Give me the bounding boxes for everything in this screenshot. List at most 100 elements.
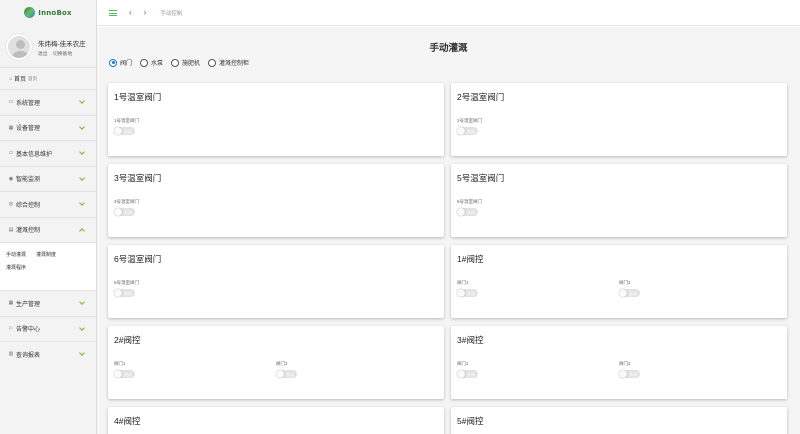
- menu-toggle-icon[interactable]: [109, 9, 117, 16]
- breadcrumb[interactable]: 手动控制: [160, 9, 182, 17]
- irrigation-icon: ▤: [8, 226, 14, 233]
- irrigation-submenu: 手动灌溉 灌溉制度 灌溉程序: [0, 242, 96, 290]
- switch-toggle[interactable]: 关闭: [457, 370, 478, 378]
- desktop-icon: ▭: [8, 99, 14, 106]
- sidebar-item-label: 基本信息维护: [16, 151, 53, 158]
- sidebar-item-label: 综合控制: [16, 202, 41, 209]
- sidebar-item-label: 智能监测: [16, 177, 41, 184]
- sidebar-item-sublabel: 首页: [28, 75, 38, 81]
- valve-controller-card: 1#阀控 阀门1 关闭 阀门2 关闭: [451, 245, 787, 318]
- valve-control: 阀门2 关闭: [276, 361, 297, 378]
- switch-toggle[interactable]: 关闭: [114, 127, 135, 135]
- submenu-item-manual[interactable]: 手动灌溉: [6, 251, 26, 258]
- chevron-down-icon: [79, 324, 85, 331]
- radio-valve[interactable]: 阀门: [109, 58, 132, 67]
- control-label: 阀门2: [619, 361, 631, 366]
- valve-card: 5号温室阀门 5号温室阀门 关闭: [451, 164, 787, 237]
- valve-control: 5号温室阀门 关闭: [457, 199, 482, 216]
- main-content: 手动灌溉 阀门 水泵 施肥机 灌溉控制柜 1号温室阀门 1号温室阀门 关闭 2号…: [97, 27, 800, 434]
- sidebar-item-irrigation[interactable]: ▤ 灌溉控制: [0, 216, 96, 242]
- card-title: 1#阀控: [457, 254, 484, 264]
- switch-toggle[interactable]: 关闭: [619, 289, 640, 297]
- sidebar-item-system[interactable]: ▭ 系统管理: [0, 89, 96, 115]
- switch-toggle[interactable]: 关闭: [619, 370, 640, 378]
- chevron-down-icon: [79, 174, 85, 181]
- control-label: 阀门2: [619, 280, 631, 285]
- sidebar-item-label: 告警中心: [16, 327, 41, 334]
- chevron-down-icon: [79, 149, 85, 156]
- chevron-up-icon: [79, 227, 85, 234]
- switch-toggle[interactable]: 关闭: [276, 370, 297, 378]
- sidebar-item-production[interactable]: ▦ 生产管理: [0, 290, 96, 316]
- sidebar-item-basic-info[interactable]: ▭ 基本信息维护: [0, 140, 96, 166]
- logo-mark-icon: [24, 7, 36, 18]
- radio-cabinet[interactable]: 灌溉控制柜: [208, 58, 249, 67]
- radio-fertilizer[interactable]: 施肥机: [171, 58, 200, 67]
- card-title: 5#阀控: [457, 416, 484, 426]
- topbar: ‹ › 手动控制: [97, 0, 800, 26]
- sidebar-item-monitoring[interactable]: ◉ 智能监测: [0, 165, 96, 191]
- chevron-down-icon: [79, 123, 85, 130]
- valve-control: 6号温室阀门 关闭: [114, 280, 139, 297]
- valve-control: 2号温室阀门 关闭: [457, 118, 482, 135]
- eye-icon: ◉: [8, 175, 14, 182]
- sidebar-item-device[interactable]: ▦ 设备管理: [0, 114, 96, 140]
- switch-toggle[interactable]: 关闭: [114, 289, 135, 297]
- device-type-radio-group: 阀门 水泵 施肥机 灌溉控制柜: [109, 58, 249, 67]
- sidebar-item-control[interactable]: ◎ 综合控制: [0, 191, 96, 217]
- forward-arrow-icon[interactable]: ›: [144, 8, 147, 17]
- page-title: 手动灌溉: [429, 43, 468, 54]
- valve-card: 3号温室阀门 3号温室阀门 关闭: [108, 164, 444, 237]
- control-label: 1号温室阀门: [114, 118, 140, 123]
- chevron-down-icon: [79, 299, 85, 306]
- desktop-icon: ▭: [8, 150, 14, 157]
- avatar[interactable]: [6, 34, 32, 60]
- sidebar-item-alarm[interactable]: ⚐ 告警中心: [0, 315, 96, 341]
- user-panel: 朱炜梅-佳禾农庄 退出 切换基地: [0, 27, 96, 67]
- sidebar-item-label: 系统管理: [16, 100, 41, 107]
- control-label: 5号温室阀门: [457, 199, 483, 204]
- sidebar-item-reports[interactable]: ▥ 查询报表: [0, 341, 96, 367]
- card-title: 4#阀控: [114, 416, 141, 426]
- control-label: 阀门2: [276, 361, 288, 366]
- card-title: 2#阀控: [114, 335, 141, 345]
- switch-toggle[interactable]: 关闭: [114, 370, 135, 378]
- alarm-icon: ⚐: [8, 325, 14, 332]
- submenu-item-program[interactable]: 灌溉程序: [6, 264, 26, 271]
- valve-card: 1号温室阀门 1号温室阀门 关闭: [108, 83, 444, 156]
- control-label: 3号温室阀门: [114, 199, 140, 204]
- control-label: 6号温室阀门: [114, 280, 140, 285]
- control-label: 2号温室阀门: [457, 118, 483, 123]
- control-icon: ◎: [8, 201, 14, 208]
- card-title: 2号温室阀门: [457, 92, 505, 102]
- user-name: 朱炜梅-佳禾农庄: [38, 40, 86, 48]
- chevron-down-icon: [79, 98, 85, 105]
- switch-toggle[interactable]: 关闭: [457, 127, 478, 135]
- sidebar-item-home[interactable]: ⌂ 首页 首页: [0, 67, 96, 89]
- valve-controller-card: 5#阀控: [451, 407, 787, 434]
- valve-control: 阀门1 关闭: [457, 361, 478, 378]
- radio-checked-icon: [109, 58, 117, 67]
- sidebar-item-label: 首页: [14, 77, 27, 83]
- card-title: 5号温室阀门: [457, 173, 505, 183]
- switch-base-link[interactable]: 切换基地: [53, 52, 72, 57]
- logo[interactable]: InnoBox: [0, 0, 96, 25]
- sidebar-item-label: 设备管理: [16, 126, 41, 133]
- back-arrow-icon[interactable]: ‹: [129, 8, 132, 17]
- sidebar-item-label: 灌溉控制: [16, 228, 41, 235]
- submenu-item-schedule[interactable]: 灌溉制度: [36, 251, 56, 258]
- sidebar-menu: ⌂ 首页 首页 ▭ 系统管理 ▦ 设备管理 ▭ 基本信息维护 ◉ 智能监测 ◎ 综合控制 …: [0, 67, 96, 367]
- logout-link[interactable]: 退出: [38, 52, 48, 57]
- radio-unchecked-icon: [171, 58, 180, 67]
- card-title: 1号温室阀门: [114, 92, 162, 102]
- switch-toggle[interactable]: 关闭: [457, 208, 478, 216]
- control-label: 阀门1: [457, 280, 469, 285]
- radio-pump[interactable]: 水泵: [140, 58, 163, 67]
- valve-controller-card: 2#阀控 阀门1 关闭 阀门2 关闭: [108, 326, 444, 399]
- switch-toggle[interactable]: 关闭: [457, 289, 478, 297]
- valve-control: 阀门1 关闭: [457, 280, 478, 297]
- logo-text: InnoBox: [38, 8, 72, 17]
- switch-toggle[interactable]: 关闭: [114, 208, 135, 216]
- card-title: 3#阀控: [457, 335, 484, 345]
- valve-control: 阀门2 关闭: [619, 280, 640, 297]
